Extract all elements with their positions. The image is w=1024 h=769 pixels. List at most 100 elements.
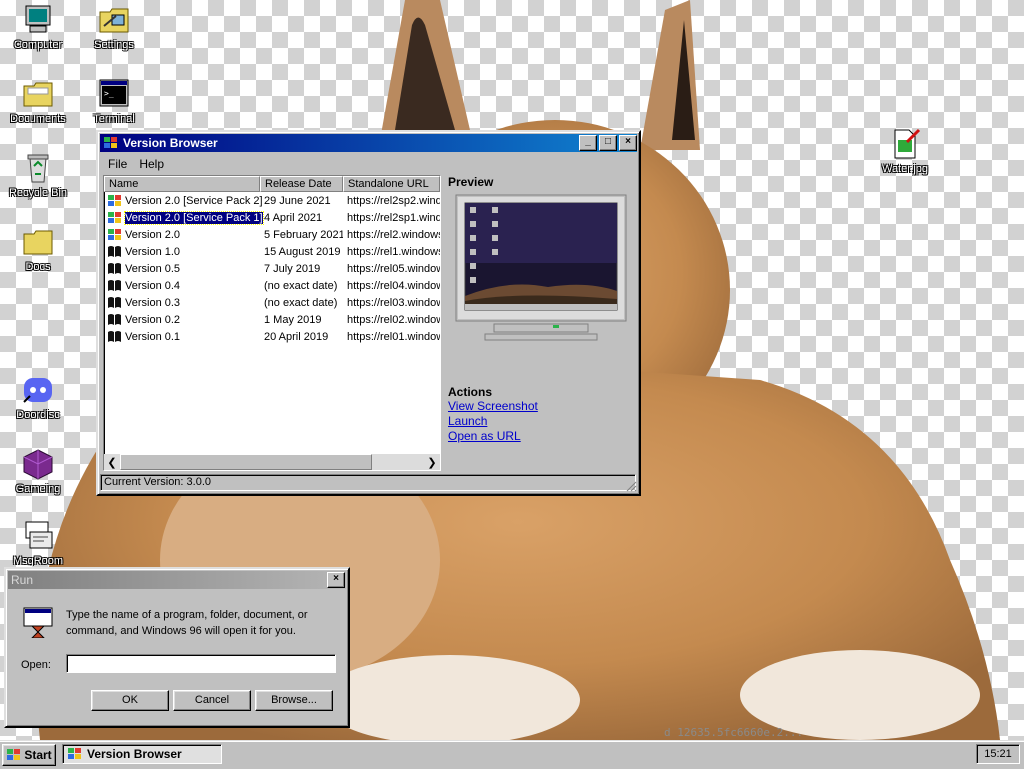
version-name: Version 2.0 [Service Pack 1] <box>124 210 264 225</box>
status-bar: Current Version: 3.0.0 <box>100 474 636 491</box>
windows-flag-icon <box>108 194 121 206</box>
task-button-version-browser[interactable]: Version Browser <box>62 744 222 764</box>
cell-url: https://rel03.window <box>347 296 440 309</box>
desktop-icon-computer[interactable]: Computer <box>0 4 76 51</box>
cell-release-date: (no exact date) <box>264 296 338 309</box>
version-browser-window[interactable]: Version Browser _ □ × File Help Name Rel… <box>96 130 641 496</box>
desktop-icon-documents[interactable]: Documents <box>0 78 76 125</box>
cell-release-date: 20 April 2019 <box>264 330 329 343</box>
table-row[interactable]: Version 0.1 20 April 2019 https://rel01.wi… <box>104 328 440 345</box>
run-dialog[interactable]: Run × Type the name of a program, folder… <box>4 567 350 728</box>
windows-flag-icon <box>7 749 21 760</box>
column-header-url[interactable]: Standalone URL <box>343 176 440 192</box>
scrollbar-thumb[interactable] <box>120 454 372 470</box>
desktop-icon-label: Doordisc <box>16 409 60 421</box>
cell-url: https://rel2sp2.windo <box>347 194 440 207</box>
column-header-release-date[interactable]: Release Date <box>260 176 343 192</box>
table-row[interactable]: Version 2.0 [Service Pack 1] 4 April 2021… <box>104 209 440 226</box>
table-row[interactable]: Version 0.2 1 May 2019 https://rel02.windo… <box>104 311 440 328</box>
cell-name: Version 1.0 <box>104 245 260 259</box>
desktop-icon-terminal[interactable]: >_ Terminal <box>76 78 152 125</box>
cell-url: https://rel02.window <box>347 313 440 326</box>
desktop-icon-label: Terminal <box>93 113 135 125</box>
desktop-icon-label: Docs <box>25 261 51 273</box>
cancel-button[interactable]: Cancel <box>173 690 251 711</box>
launch-link[interactable]: Launch <box>448 414 634 428</box>
cell-release-date: 15 August 2019 <box>264 245 341 258</box>
maximize-button[interactable]: □ <box>599 135 617 151</box>
windows-flag-icon <box>108 211 121 223</box>
run-message: Type the name of a program, folder, docu… <box>66 609 308 637</box>
cell-release-date: 1 May 2019 <box>264 313 322 326</box>
version-name: Version 2.0 [Service Pack 2] <box>125 194 263 207</box>
clock[interactable]: 15:21 <box>984 748 1012 760</box>
version-name: Version 0.2 <box>125 313 181 326</box>
version-browser-titlebar[interactable]: Version Browser _ □ × <box>100 134 637 152</box>
cell-name: Version 2.0 [Service Pack 2] <box>104 194 263 208</box>
menu-file[interactable]: File <box>102 156 133 172</box>
desktop-icon-docs[interactable]: Docs <box>0 226 76 273</box>
task-label: Version Browser <box>87 747 182 761</box>
view-screenshot-link[interactable]: View Screenshot <box>448 399 634 413</box>
taskbar: Start Version Browser 15:21 <box>0 740 1024 769</box>
cell-release-date: 4 April 2021 <box>264 211 323 224</box>
list-header: Name Release Date Standalone URL <box>104 176 440 192</box>
terminal-icon: >_ <box>98 78 130 110</box>
open-as-url-link[interactable]: Open as URL <box>448 429 634 443</box>
desktop-icon-msgroom[interactable]: MsgRoom <box>0 520 76 566</box>
horizontal-scrollbar[interactable]: ❮ ❯ <box>104 454 440 470</box>
table-row[interactable]: Version 1.0 15 August 2019 https://rel1.wi… <box>104 243 440 260</box>
monitor-preview[interactable] <box>448 191 634 376</box>
version-name: Version 0.4 <box>125 279 181 292</box>
open-label: Open: <box>21 659 51 671</box>
folder-icon <box>22 78 54 110</box>
column-header-name[interactable]: Name <box>104 176 260 192</box>
desktop-icon-label: Gameing <box>15 483 61 495</box>
run-close-button[interactable]: × <box>327 572 345 588</box>
version-list[interactable]: Name Release Date Standalone URL Version… <box>103 175 441 471</box>
preview-heading: Preview <box>448 175 494 189</box>
desktop-icon-recycle-bin[interactable]: Recycle Bin <box>0 152 76 199</box>
system-tray: 15:21 <box>976 744 1020 764</box>
computer-icon <box>22 4 54 36</box>
cell-name: Version 0.3 <box>104 296 260 310</box>
cell-name: Version 0.2 <box>104 313 260 327</box>
table-row[interactable]: Version 0.3 (no exact date) https://rel03.… <box>104 294 440 311</box>
scroll-left-icon[interactable]: ❮ <box>104 454 120 470</box>
cell-release-date: 29 June 2021 <box>264 194 331 207</box>
cell-name: Version 2.0 <box>104 228 260 242</box>
current-version-text: Current Version: 3.0.0 <box>104 476 212 488</box>
desktop-icon-doordisc[interactable]: Doordisc <box>0 374 76 421</box>
menu-bar: File Help <box>98 154 639 174</box>
svg-text:>_: >_ <box>104 89 114 98</box>
desktop-icon-label: Settings <box>94 39 134 51</box>
desktop-icon-water-jpg[interactable]: Water.jpg <box>867 128 943 175</box>
ok-button[interactable]: OK <box>91 690 169 711</box>
preview-pane: Preview Actions View Screenshot Launch O… <box>448 175 634 469</box>
minimize-button[interactable]: _ <box>579 135 597 151</box>
desktop-icon-settings[interactable]: Settings <box>76 4 152 51</box>
wallpaper-watermark: d 12635.5fc6660e.2... <box>664 726 804 739</box>
table-row[interactable]: Version 0.5 7 July 2019 https://rel05.wind… <box>104 260 440 277</box>
browse-button[interactable]: Browse... <box>255 690 333 711</box>
cell-url: https://rel2sp1.windo <box>347 211 440 224</box>
table-row[interactable]: Version 2.0 5 February 2021 https://rel2.w… <box>104 226 440 243</box>
recycle-bin-icon <box>22 152 54 184</box>
resize-grip-icon[interactable] <box>625 480 637 492</box>
run-title: Run <box>11 573 34 587</box>
old-flag-icon <box>108 279 121 291</box>
settings-icon <box>98 4 130 36</box>
close-button[interactable]: × <box>619 135 637 151</box>
open-field[interactable] <box>66 654 336 673</box>
run-titlebar[interactable]: Run × <box>8 571 346 589</box>
scroll-right-icon[interactable]: ❯ <box>424 454 440 470</box>
version-name: Version 0.3 <box>125 296 181 309</box>
list-rows: Version 2.0 [Service Pack 2] 29 June 2021… <box>104 192 440 345</box>
old-flag-icon <box>108 296 121 308</box>
desktop-icon-gameing[interactable]: Gameing <box>0 448 76 495</box>
table-row[interactable]: Version 0.4 (no exact date) https://rel04.… <box>104 277 440 294</box>
start-button[interactable]: Start <box>2 744 56 766</box>
table-row[interactable]: Version 2.0 [Service Pack 2] 29 June 2021… <box>104 192 440 209</box>
version-name: Version 2.0 <box>125 228 181 241</box>
menu-help[interactable]: Help <box>133 156 170 172</box>
